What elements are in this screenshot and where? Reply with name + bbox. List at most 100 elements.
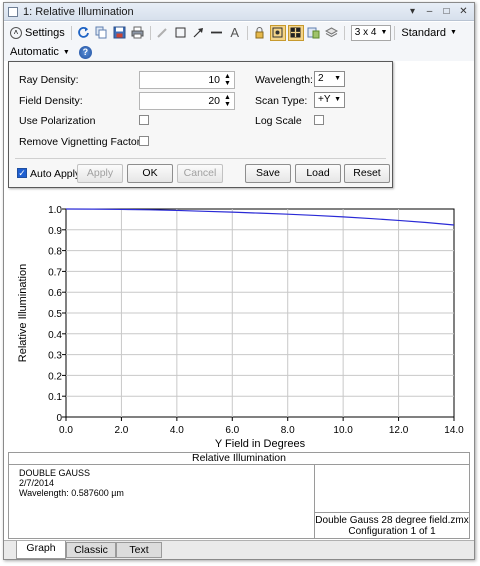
title-bar[interactable]: 1: Relative Illumination ▾ – □ ✕	[4, 3, 474, 21]
info-file-details: Double Gauss 28 degree field.zmx Configu…	[315, 515, 469, 537]
info-panel-title: Relative Illumination	[8, 452, 470, 465]
line-icon[interactable]	[209, 25, 225, 41]
toolbar: ˄ Settings A 3 x 4 ▼ Standard ▼	[4, 22, 474, 43]
wavelength-value: 2	[318, 73, 324, 84]
tab-classic[interactable]: Classic	[66, 542, 116, 558]
toolbar-row-2: Automatic ▼ ?	[4, 43, 474, 61]
reset-button[interactable]: Reset	[344, 164, 390, 183]
use-polarization-label: Use Polarization	[19, 115, 96, 127]
lens-name: DOUBLE GAUSS	[19, 468, 91, 478]
y-tick-label: 0	[56, 413, 62, 424]
y-tick-label: 0.1	[48, 392, 62, 403]
print-icon[interactable]	[130, 25, 146, 41]
auto-apply-label: Auto Apply	[30, 168, 81, 180]
arrow-icon[interactable]	[191, 25, 207, 41]
y-tick-label: 0.8	[48, 247, 62, 258]
x-tick-label: 4.0	[170, 425, 184, 436]
x-tick-label: 12.0	[389, 425, 409, 436]
export-icon[interactable]	[306, 25, 322, 41]
wavelength-dropdown[interactable]: 2 ▼	[314, 71, 345, 87]
grid-icon[interactable]	[287, 24, 304, 41]
ray-density-value: 10	[208, 74, 220, 86]
file-name: Double Gauss 28 degree field.zmx	[315, 515, 469, 526]
rectangle-icon[interactable]	[173, 25, 189, 41]
pencil-icon[interactable]	[155, 25, 171, 41]
automatic-label: Automatic	[10, 46, 59, 58]
wavelength-label: Wavelength:	[255, 74, 313, 86]
layout-dropdown[interactable]: 3 x 4 ▼	[350, 24, 392, 41]
field-density-spinner[interactable]: 20 ▲ ▼	[139, 92, 235, 110]
pin-dropdown-button[interactable]: ▾	[404, 5, 421, 19]
layout-value: 3 x 4	[354, 27, 377, 38]
ray-density-spinner[interactable]: 10 ▲ ▼	[139, 71, 235, 89]
window-title: 1: Relative Illumination	[23, 5, 134, 18]
tab-graph[interactable]: Graph	[16, 541, 66, 559]
chevron-up-icon: ˄	[10, 26, 22, 39]
chevron-down-icon: ▼	[334, 96, 341, 103]
view-tabs: Graph Classic Text	[4, 540, 474, 559]
chevron-down-icon: ▼	[450, 29, 457, 36]
layers-icon[interactable]	[324, 25, 340, 41]
save-icon[interactable]	[112, 25, 128, 41]
apply-button[interactable]: Apply	[77, 164, 123, 183]
toolbar-separator	[394, 25, 396, 40]
settings-button[interactable]: ˄ Settings	[7, 24, 68, 42]
scan-type-dropdown[interactable]: +Y ▼	[314, 92, 345, 108]
info-details: DOUBLE GAUSS 2/7/2014 Wavelength: 0.5876…	[9, 465, 315, 538]
field-density-value: 20	[208, 95, 220, 107]
info-panel: DOUBLE GAUSS 2/7/2014 Wavelength: 0.5876…	[8, 465, 470, 539]
toolbar-separator	[70, 25, 72, 40]
y-tick-label: 0.7	[48, 267, 62, 278]
x-tick-label: 10.0	[333, 425, 353, 436]
use-polarization-checkbox[interactable]	[139, 115, 149, 125]
window-controls: ▾ – □ ✕	[404, 5, 472, 19]
x-tick-label: 6.0	[225, 425, 239, 436]
bullseye-icon[interactable]	[269, 24, 286, 41]
chart-area: 0.0 2.0 4.0 6.0 8.0 10.0 12.0 14.0 0 0.1 0.2 0.3 0.4…	[8, 195, 470, 451]
load-button[interactable]: Load	[295, 164, 341, 183]
toolbar-separator	[343, 25, 345, 40]
auto-apply-checkbox[interactable]: ✓	[17, 168, 27, 178]
close-button[interactable]: ✕	[455, 5, 472, 19]
copy-icon[interactable]	[94, 25, 110, 41]
info-date: 2/7/2014	[19, 478, 55, 488]
help-icon[interactable]: ?	[78, 45, 92, 59]
configuration: Configuration 1 of 1	[348, 526, 436, 537]
remove-vignetting-label: Remove Vignetting Factors	[19, 136, 146, 148]
x-axis-label: Y Field in Degrees	[215, 438, 306, 450]
analysis-window: 1: Relative Illumination ▾ – □ ✕ ˄ Setti…	[3, 2, 475, 560]
remove-vignetting-checkbox[interactable]	[139, 136, 149, 146]
maximize-button[interactable]: □	[438, 5, 455, 19]
y-axis-label: Relative Illumination	[17, 264, 29, 362]
tab-text[interactable]: Text	[116, 542, 162, 558]
ray-density-label: Ray Density:	[19, 74, 79, 86]
settings-label: Settings	[25, 26, 65, 39]
save-button[interactable]: Save	[245, 164, 291, 183]
log-scale-label: Log Scale	[255, 115, 302, 127]
spinner-arrows-icon[interactable]: ▲ ▼	[223, 73, 232, 87]
ok-button[interactable]: OK	[127, 164, 173, 183]
log-scale-checkbox[interactable]	[314, 115, 324, 125]
info-wavelength: Wavelength: 0.587600 µm	[19, 488, 124, 498]
standard-dropdown[interactable]: Standard ▼	[398, 24, 460, 42]
refresh-icon[interactable]	[76, 25, 92, 41]
y-tick-label: 0.3	[48, 351, 62, 362]
y-tick-label: 0.9	[48, 226, 62, 237]
minimize-button[interactable]: –	[421, 5, 438, 19]
y-tick-label: 0.4	[48, 330, 62, 341]
info-empty-cell	[315, 465, 469, 513]
toolbar-separator	[149, 25, 151, 40]
standard-label: Standard	[401, 26, 447, 39]
y-tick-label: 0.6	[48, 288, 62, 299]
text-icon[interactable]: A	[227, 25, 243, 41]
x-tick-label: 14.0	[444, 425, 464, 436]
info-file-panel: Double Gauss 28 degree field.zmx Configu…	[315, 465, 469, 538]
lock-icon[interactable]	[252, 25, 268, 41]
automatic-dropdown[interactable]: Automatic ▼	[7, 43, 73, 61]
relative-illumination-chart: 0.0 2.0 4.0 6.0 8.0 10.0 12.0 14.0 0 0.1 0.2 0.3 0.4…	[17, 205, 464, 450]
x-tick-label: 2.0	[114, 425, 128, 436]
cancel-button[interactable]: Cancel	[177, 164, 223, 183]
field-density-label: Field Density:	[19, 95, 83, 107]
scan-type-value: +Y	[318, 94, 331, 105]
spinner-arrows-icon[interactable]: ▲ ▼	[223, 94, 232, 108]
